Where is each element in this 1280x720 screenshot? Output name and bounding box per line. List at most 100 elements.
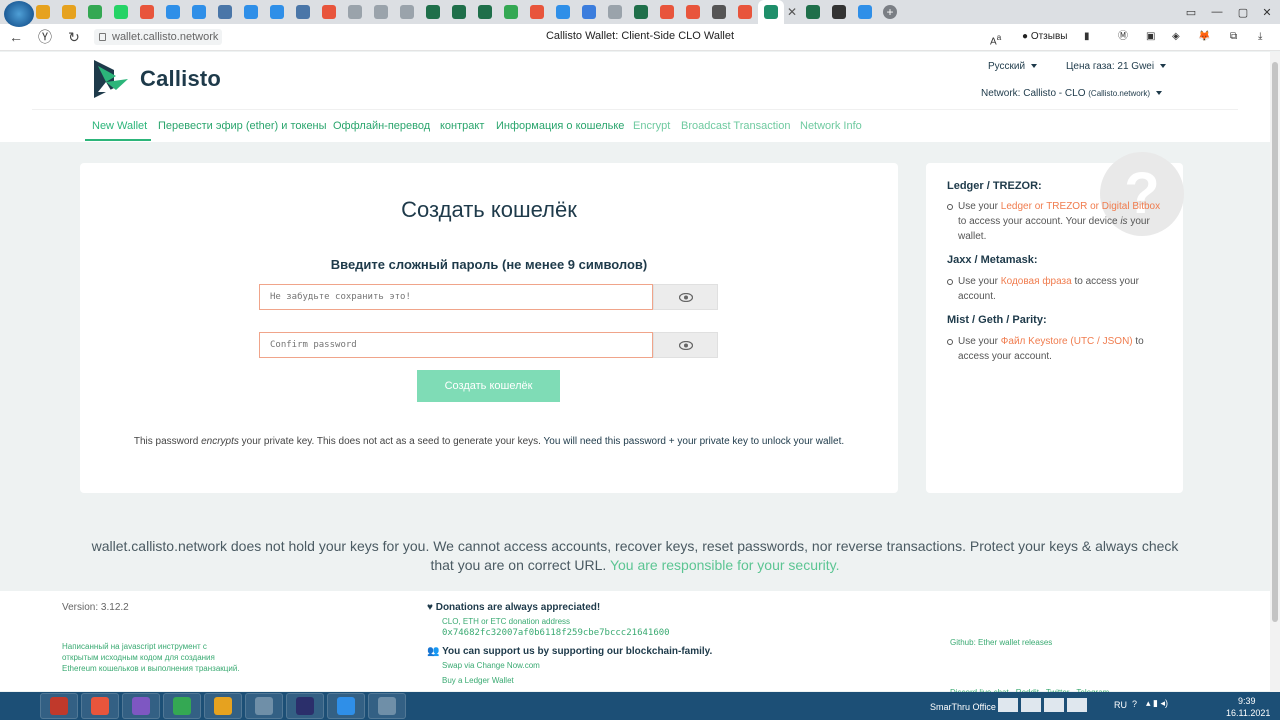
taskbar-app[interactable]	[122, 693, 160, 719]
metamask-icon[interactable]: 🦊	[1198, 28, 1210, 46]
show-confirm-password-button[interactable]	[653, 332, 718, 358]
language-select[interactable]: Русский	[988, 61, 1038, 72]
browser-tab[interactable]	[134, 0, 160, 24]
app-icon	[378, 697, 396, 715]
nav-contracts[interactable]: контракт	[440, 120, 484, 132]
browser-tab[interactable]	[394, 0, 420, 24]
show-password-button[interactable]	[653, 284, 718, 310]
tray-toolbar[interactable]	[998, 698, 1088, 714]
smarthru-label[interactable]: SmarThru Office	[930, 702, 996, 712]
tray-icons[interactable]: ▴ ▮ ◂)	[1146, 698, 1168, 709]
translate-icon[interactable]: Aa	[990, 28, 1001, 47]
tray-window-icon[interactable]	[1021, 698, 1041, 712]
browser-tab[interactable]	[602, 0, 628, 24]
tab-favicon-icon	[244, 5, 258, 19]
browser-tab[interactable]	[472, 0, 498, 24]
buy-ledger-link[interactable]: Buy a Ledger Wallet	[442, 676, 514, 685]
browser-tab[interactable]	[446, 0, 472, 24]
nav-offline-transaction[interactable]: Оффлайн-перевод	[333, 120, 430, 132]
donation-address[interactable]: 0x74682fc32007af0b6118f259cbe7bccc216416…	[442, 628, 670, 638]
browser-tab[interactable]	[826, 0, 852, 24]
reviews-button[interactable]: ● Отзывы	[1022, 28, 1067, 46]
browser-tab[interactable]	[628, 0, 654, 24]
password-input[interactable]	[259, 284, 653, 310]
taskbar-app[interactable]	[204, 693, 242, 719]
browser-tab[interactable]	[316, 0, 342, 24]
browser-tab[interactable]	[654, 0, 680, 24]
browser-tab[interactable]	[550, 0, 576, 24]
browser-tab[interactable]	[186, 0, 212, 24]
language-indicator[interactable]: RU	[1114, 700, 1127, 710]
keystore-link[interactable]: Файл Keystore (UTC / JSON)	[1001, 336, 1133, 347]
tab-favicon-icon	[166, 5, 180, 19]
browser-tab[interactable]	[264, 0, 290, 24]
minimize-icon[interactable]: —	[1204, 0, 1230, 24]
taskbar-app[interactable]	[286, 693, 324, 719]
nav-new-wallet[interactable]: New Wallet	[92, 120, 147, 132]
nav-wallet-info[interactable]: Информация о кошельке	[496, 120, 624, 132]
security-link[interactable]: You are responsible for your security.	[610, 557, 840, 573]
github-link[interactable]: Github: Ether wallet releases	[950, 638, 1052, 647]
mnemonic-link[interactable]: Кодовая фраза	[1001, 276, 1072, 287]
close-tab-icon[interactable]: ✕	[784, 0, 800, 24]
taskbar-app[interactable]	[81, 693, 119, 719]
browser-tab[interactable]	[420, 0, 446, 24]
nav-broadcast-transaction[interactable]: Broadcast Transaction	[681, 120, 790, 132]
clock-date[interactable]: 16.11.2021	[1226, 708, 1270, 718]
tab-list-icon[interactable]: ▭	[1178, 0, 1204, 24]
profile-m-icon[interactable]: Ⓜ	[1118, 28, 1128, 46]
browser-tab[interactable]	[290, 0, 316, 24]
confirm-password-input[interactable]	[259, 332, 653, 358]
browser-tab[interactable]	[800, 0, 826, 24]
browser-tab[interactable]	[852, 0, 878, 24]
nav-send-ether[interactable]: Перевести эфир (ether) и токены	[158, 120, 327, 132]
browser-tab[interactable]	[82, 0, 108, 24]
extension-icon[interactable]: ▣	[1146, 28, 1155, 46]
create-wallet-button[interactable]: Создать кошелёк	[417, 370, 560, 402]
scrollbar-thumb[interactable]	[1272, 62, 1278, 622]
tray-window-icon[interactable]	[1044, 698, 1064, 712]
browser-tab[interactable]	[160, 0, 186, 24]
browser-tab[interactable]	[680, 0, 706, 24]
tab-favicon-icon	[712, 5, 726, 19]
shield-icon[interactable]: ◈	[1172, 28, 1180, 46]
taskbar-app[interactable]	[40, 693, 78, 719]
download-icon[interactable]: ⤓	[1258, 28, 1262, 46]
callisto-logo-icon[interactable]	[92, 58, 130, 100]
bookmark-icon[interactable]: ▮	[1084, 28, 1090, 46]
browser-tab[interactable]	[342, 0, 368, 24]
browser-tab[interactable]	[212, 0, 238, 24]
tab-favicon-icon	[322, 5, 336, 19]
browser-tab[interactable]	[758, 0, 784, 24]
gas-price-select[interactable]: Цена газа: 21 Gwei	[1066, 61, 1167, 72]
taskbar-app[interactable]	[163, 693, 201, 719]
browser-tab[interactable]	[238, 0, 264, 24]
browser-tab[interactable]	[732, 0, 758, 24]
maximize-icon[interactable]: ▢	[1230, 0, 1256, 24]
new-tab-button[interactable]: +	[878, 0, 902, 24]
tab-favicon-icon	[374, 5, 388, 19]
network-select[interactable]: Network: Callisto - CLO (Callisto.networ…	[981, 88, 1163, 99]
logo-text[interactable]: Callisto	[140, 66, 221, 92]
tray-window-icon[interactable]	[998, 698, 1018, 712]
tray-help-icon[interactable]: ?	[1132, 699, 1137, 709]
browser-tab[interactable]	[706, 0, 732, 24]
tray-window-icon[interactable]	[1067, 698, 1087, 712]
browser-tab[interactable]	[108, 0, 134, 24]
clock-time[interactable]: 9:39	[1238, 696, 1256, 706]
browser-tab[interactable]	[524, 0, 550, 24]
swap-link[interactable]: Swap via Change Now.com	[442, 661, 540, 670]
windows-start-icon[interactable]	[4, 1, 34, 27]
taskbar-app[interactable]	[368, 693, 406, 719]
browser-tab[interactable]	[56, 0, 82, 24]
extensions-menu-icon[interactable]: ⧉	[1230, 28, 1237, 46]
nav-encrypt[interactable]: Encrypt	[633, 120, 670, 132]
close-window-icon[interactable]: ✕	[1254, 0, 1280, 24]
browser-tab[interactable]	[368, 0, 394, 24]
nav-network-info[interactable]: Network Info	[800, 120, 862, 132]
taskbar-app[interactable]	[245, 693, 283, 719]
ledger-link[interactable]: Ledger or TREZOR or Digital Bitbox	[1001, 201, 1160, 212]
browser-tab[interactable]	[498, 0, 524, 24]
taskbar-app[interactable]	[327, 693, 365, 719]
browser-tab[interactable]	[576, 0, 602, 24]
